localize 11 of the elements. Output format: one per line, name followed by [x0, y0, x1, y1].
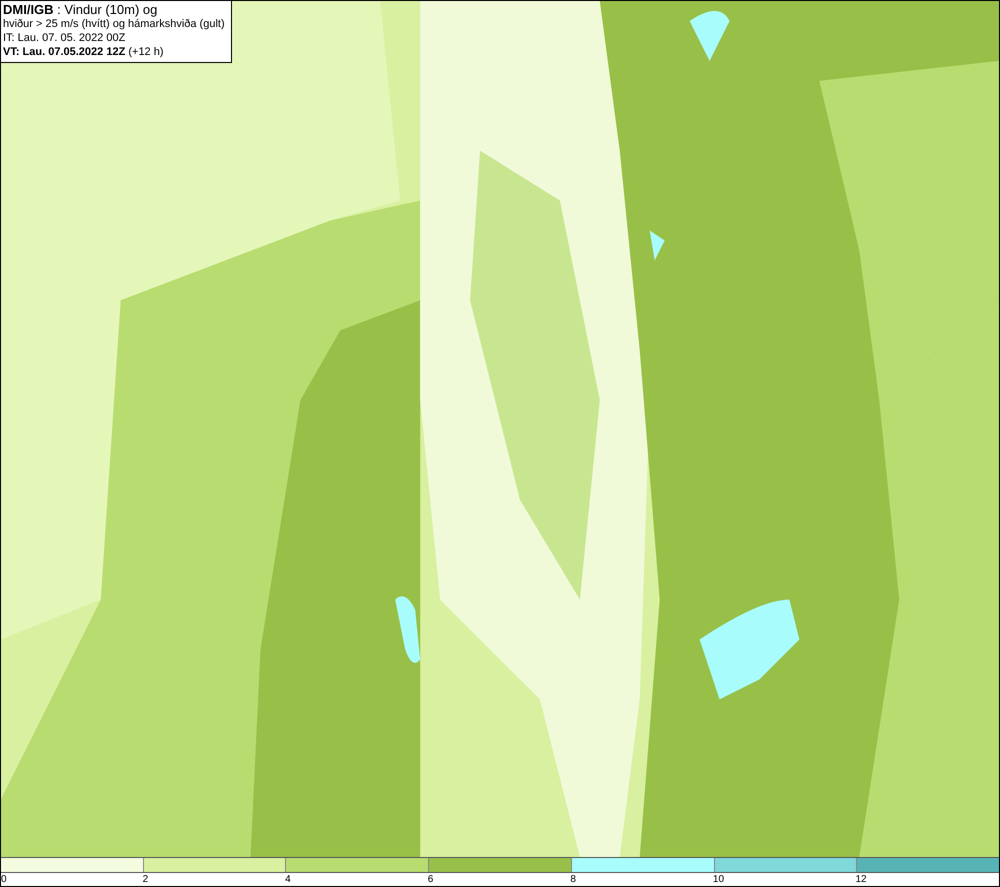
legend-label: 0: [1, 873, 7, 886]
header-text: VT: Lau. 07.05.2022 12Z (+12 h): [3, 45, 165, 59]
legend-label: 12: [855, 873, 867, 886]
legend-label: 4: [285, 873, 291, 886]
legend-label: 10: [712, 873, 724, 886]
header-text: IT: Lau. 07. 05. 2022 00Z: [3, 31, 126, 45]
legend-label: 6: [428, 873, 434, 886]
legend-label: 8: [570, 873, 576, 886]
legend-label: 2: [142, 873, 148, 886]
header-text: hviður > 25 m/s (hvítt) og hámarkshviða (gult): [3, 17, 226, 31]
header-text: DMI/IGB : Vindur (10m) og: [3, 3, 158, 17]
